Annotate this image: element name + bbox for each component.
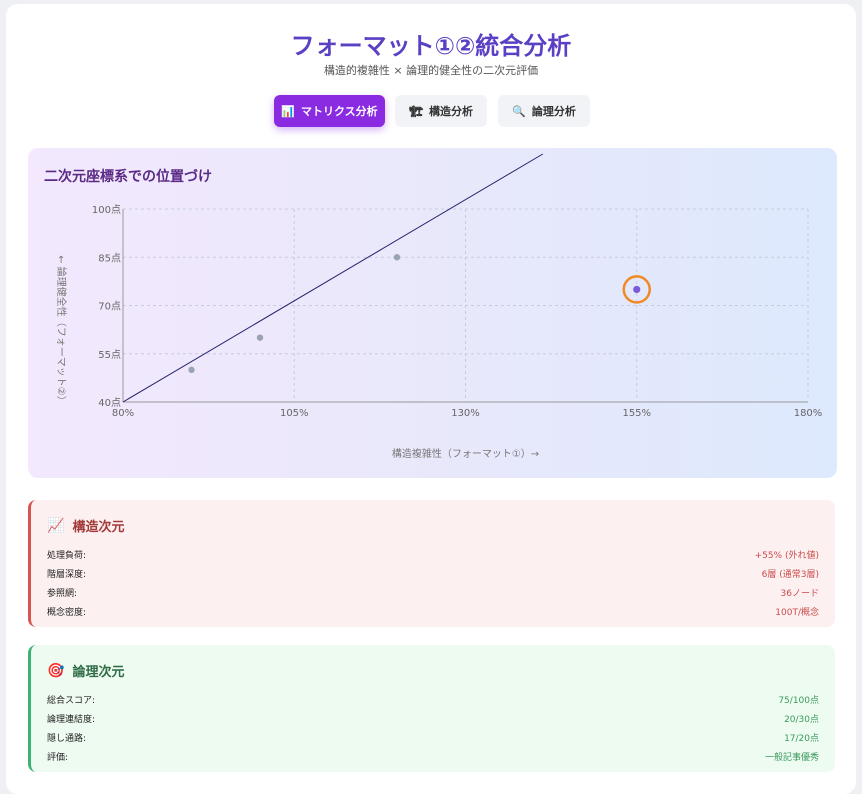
scatter-chart: 80% 105% 130% 155% 180% 40点 55点 70点 85点 100点 構造複雑… [55, 153, 822, 460]
magnifier-icon: 🔍 [512, 104, 526, 118]
row-label: 参照網: [47, 589, 78, 599]
page-title: フォーマット①②統合分析 [290, 32, 572, 60]
y-tick-label: 85点 [98, 252, 121, 264]
bar-chart-icon: 📊 [281, 104, 296, 118]
grid-layer [122, 208, 809, 403]
logic-row: 総合スコア: 75/100点 [47, 693, 819, 707]
structure-dimension-panel: 📈 構造次元 処理負荷: +55% (外れ値) 階層深度: 6層 (通常3層) … [28, 500, 835, 627]
tab-label: 論理分析 [531, 105, 576, 118]
data-point [188, 366, 195, 374]
row-value: 100T/概念 [775, 608, 819, 618]
logic-row: 評価: 一般記事優秀 [47, 750, 819, 764]
logic-dimension-panel: 🎯 論理次元 総合スコア: 75/100点 論理連結度: 20/30点 隠し通路… [28, 645, 835, 772]
row-label: 隠し通路: [47, 734, 87, 744]
page-container: フォーマット①②統合分析 構造的複雑性 × 論理的健全性の二次元評価 📊 マトリ… [6, 4, 856, 794]
y-axis-label: ← 論理健全性（フォーマット②） [55, 255, 68, 406]
y-tick-label: 70点 [98, 301, 121, 313]
x-tick-label: 155% [622, 408, 651, 419]
x-tick-label: 105% [280, 408, 309, 419]
page-subtitle: 構造的複雑性 × 論理的健全性の二次元評価 [323, 64, 539, 77]
tab-logic-analysis[interactable]: 🔍 論理分析 [498, 95, 590, 127]
structure-row: 処理負荷: +55% (外れ値) [47, 548, 819, 562]
trend-line [122, 153, 544, 403]
structure-row: 階層深度: 6層 (通常3層) [47, 567, 819, 581]
tab-matrix-analysis[interactable]: 📊 マトリクス分析 [274, 95, 385, 127]
row-value: 17/20点 [784, 734, 819, 744]
logic-row: 論理連結度: 20/30点 [47, 712, 819, 726]
row-label: 処理負荷: [47, 551, 87, 561]
structure-panel-header: 📈 構造次元 [47, 516, 125, 536]
tab-label: マトリクス分析 [301, 105, 378, 118]
row-label: 評価: [47, 753, 69, 763]
logic-panel-header: 🎯 論理次元 [47, 661, 125, 681]
row-value: 36ノード [780, 589, 819, 599]
y-tick-label: 100点 [92, 204, 121, 216]
structure-row: 参照網: 36ノード [47, 586, 819, 600]
row-label: 論理連結度: [47, 715, 96, 725]
y-tick-label: 55点 [98, 349, 121, 361]
row-value: 6層 (通常3層) [761, 570, 819, 580]
x-tick-label: 130% [451, 408, 480, 419]
highlight-point [633, 285, 641, 294]
chart-increasing-icon: 📈 [47, 517, 65, 534]
structure-row: 概念密度: 100T/概念 [47, 605, 819, 619]
logic-panel-title: 論理次元 [72, 665, 125, 680]
row-value: 75/100点 [778, 696, 819, 706]
row-label: 総合スコア: [47, 696, 96, 706]
tab-label: 構造分析 [428, 105, 473, 118]
row-value: +55% (外れ値) [754, 551, 819, 561]
structure-panel-title: 構造次元 [72, 520, 125, 535]
y-tick-label: 40点 [98, 397, 121, 409]
x-tick-label: 80% [112, 408, 134, 419]
construction-icon: 🏗 [409, 104, 423, 118]
row-value: 一般記事優秀 [764, 753, 819, 763]
tab-structure-analysis[interactable]: 🏗 構造分析 [395, 95, 487, 127]
row-label: 階層深度: [47, 570, 87, 580]
line-layer [122, 153, 544, 403]
tab-bar: 📊 マトリクス分析 🏗 構造分析 🔍 論理分析 [6, 95, 856, 127]
data-point [393, 254, 401, 261]
logic-row: 隠し通路: 17/20点 [47, 731, 819, 745]
tick-layer: 80% 105% 130% 155% 180% 40点 55点 70点 85点 100点 [92, 204, 822, 419]
data-point [256, 334, 264, 341]
row-value: 20/30点 [784, 715, 819, 725]
target-icon: 🎯 [47, 662, 65, 679]
x-axis-label: 構造複雑性（フォーマット①）→ [392, 447, 539, 460]
matrix-chart-card: 二次元座標系での位置づけ 80% 105% 130% 155% 180% 40点 55点 70… [28, 148, 837, 478]
x-tick-label: 180% [794, 408, 823, 419]
point-layer [188, 254, 651, 374]
row-label: 概念密度: [47, 608, 87, 618]
